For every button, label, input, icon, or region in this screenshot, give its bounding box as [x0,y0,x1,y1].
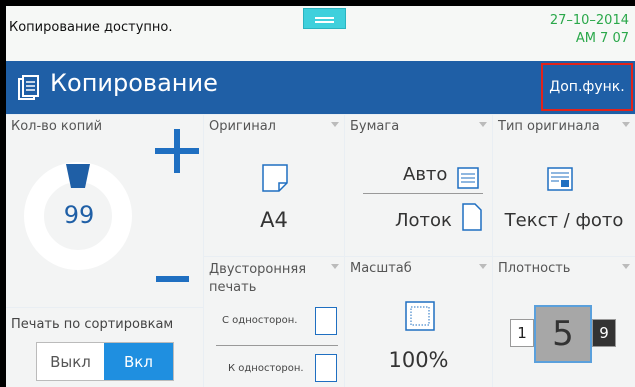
original-type-label: Тип оригинала [498,119,600,134]
density-current: 5 [534,305,592,363]
more-functions-button[interactable]: Доп.функ. [541,63,633,111]
corner-arrow-icon [331,264,339,269]
paper-auto-icon [457,167,479,189]
density-min: 1 [510,319,534,347]
paper-panel[interactable]: Бумага Авто Лоток [345,115,492,256]
time: AM 7 07 [575,31,629,46]
corner-arrow-icon [479,122,487,127]
status-bar: Копирование доступно. 27–10–2014 AM 7 07 [6,6,635,62]
duplex-to: К односторон. [228,363,304,374]
density-panel[interactable]: Плотность 1 5 9 [493,257,635,387]
corner-arrow-icon [479,264,487,269]
text-photo-icon [547,167,573,191]
paper-label: Бумага [350,119,400,134]
scale-panel[interactable]: Масштаб 100% [345,257,492,387]
corner-arrow-icon [622,122,630,127]
corner-arrow-icon [622,264,630,269]
document-icon [262,164,288,192]
original-label: Оригинал [209,119,276,134]
duplex-to-icon [315,354,337,382]
status-message: Копирование доступно. [9,20,173,35]
duplex-from: С односторон. [222,315,298,326]
sort-label: Печать по сортировкам [11,317,174,332]
date: 27–10–2014 [549,13,629,28]
density-max: 9 [592,319,616,347]
original-type-value: Текст / фото [504,210,624,231]
corner-arrow-icon [331,122,339,127]
decrement-button[interactable] [156,276,189,282]
page-title: Копирование [50,69,218,97]
duplex-divider [216,345,338,346]
duplex-label: Двусторонняя печать [209,262,307,295]
status-panel-handle[interactable] [303,8,346,29]
increment-button[interactable] [155,148,199,154]
sort-toggle: Выкл Вкл [36,342,174,381]
copies-value[interactable]: 99 [49,201,109,229]
scale-value: 100% [388,348,449,372]
handle-line-icon [315,17,334,19]
paper-divider [363,193,483,194]
copy-icon [18,75,39,100]
date-time: 27–10–2014 AM 7 07 [550,12,629,48]
scale-label: Масштаб [350,261,412,276]
scale-icon [405,301,435,331]
duplex-panel[interactable]: Двусторонняя печать С односторон. К одно… [204,257,344,387]
sort-off-button[interactable]: Выкл [37,343,104,380]
duplex-from-icon [315,307,337,335]
paper-auto: Авто [403,164,448,185]
paper-tray: Лоток [395,210,452,231]
original-size: A4 [260,208,288,232]
sort-on-button[interactable]: Вкл [104,343,173,380]
header-bar: Копирование Доп.функ. [6,61,635,114]
copies-label: Кол-во копий [11,119,103,134]
copies-ring-indicator [66,164,90,188]
handle-line-icon [315,21,334,23]
density-label: Плотность [498,261,571,276]
paper-tray-icon [462,203,482,231]
copy-screen: Копирование доступно. 27–10–2014 AM 7 07… [6,6,635,387]
original-panel[interactable]: Оригинал A4 [204,115,344,256]
original-type-panel[interactable]: Тип оригинала Текст / фото [493,115,635,256]
